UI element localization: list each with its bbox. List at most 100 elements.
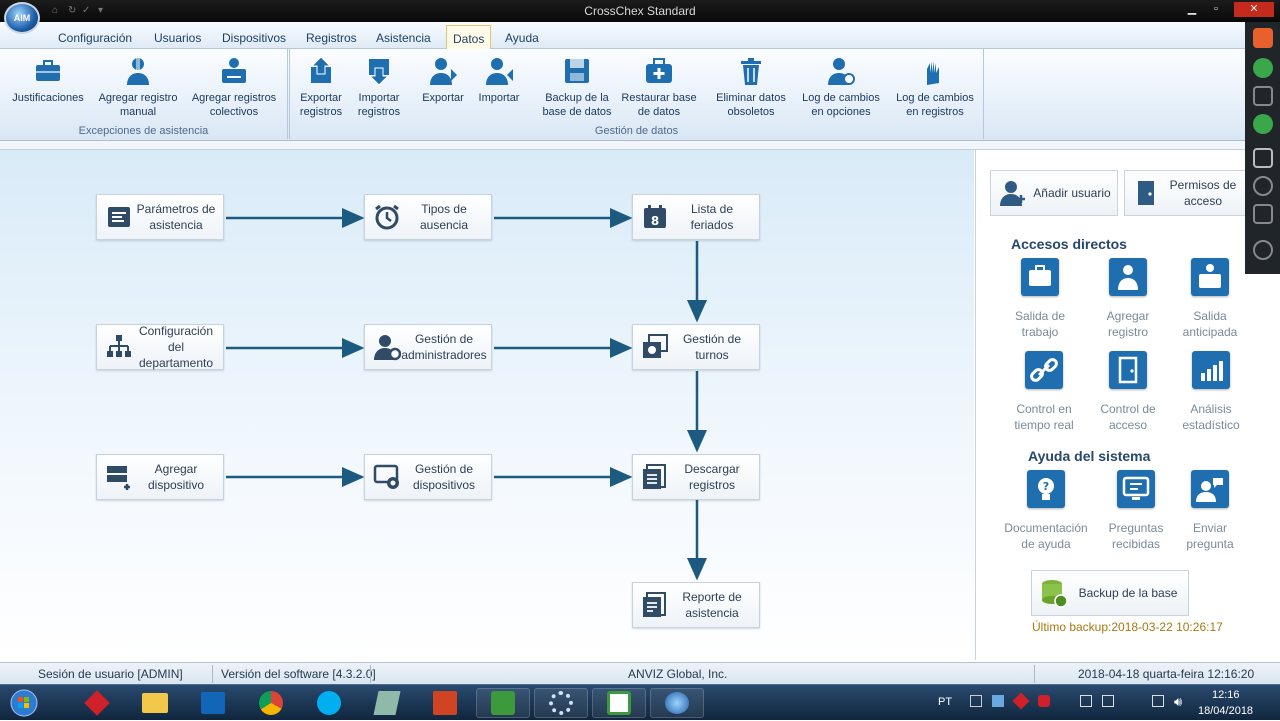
shortcut-agregar-registro[interactable]: Agregar registro (1086, 258, 1170, 340)
help-title: Ayuda del sistema (1028, 448, 1151, 464)
start-button[interactable] (2, 688, 46, 718)
status-bar: Sesión de usuario [ADMIN] Versión del so… (0, 662, 1280, 684)
svg-text:8: 8 (651, 214, 659, 228)
lista-feriados-node[interactable]: 8 Lista de feriados (632, 194, 760, 240)
importar-button[interactable]: Importar (472, 55, 526, 105)
volume-icon[interactable]: 🔊︎ (1174, 694, 1182, 710)
tipos-ausencia-node[interactable]: Tipos de ausencia (364, 194, 492, 240)
tab-usuarios[interactable]: Usuarios (148, 28, 207, 48)
briefcase-icon (36, 60, 60, 81)
restaurar-base-datos-button[interactable]: Restaurar base de datos (620, 55, 698, 119)
configuracion-departamento-node[interactable]: Configuración del departamento (96, 324, 224, 370)
permisos-acceso-button[interactable]: Permisos de acceso (1124, 170, 1246, 216)
agregar-dispositivo-node[interactable]: Agregar dispositivo (96, 454, 224, 500)
network-icon[interactable] (1080, 695, 1092, 707)
bar-chart-icon (1192, 351, 1230, 389)
shield-icon[interactable] (992, 695, 1004, 707)
tab-dispositivos[interactable]: Dispositivos (216, 28, 292, 48)
anydesk-tray-icon[interactable] (1012, 692, 1030, 710)
log-cambios-registros-button[interactable]: Log de cambios en registros (890, 55, 980, 119)
shortcut-salida-trabajo[interactable]: Salida de trabajo (998, 258, 1082, 340)
calendar-icon: 8 (644, 205, 666, 228)
maximize-button[interactable]: ▫ (1205, 2, 1227, 17)
taskbar-app-powerpoint[interactable] (418, 688, 472, 718)
language-indicator[interactable]: PT (938, 696, 952, 708)
taskbar-app-crosschex[interactable] (650, 688, 704, 718)
help-documentacion[interactable]: ? Documentación de ayuda (1004, 470, 1088, 552)
app-logo[interactable]: AIM (4, 2, 40, 34)
taskbar-app-camtasia[interactable] (476, 688, 530, 718)
tab-registros[interactable]: Registros (300, 28, 363, 48)
shortcut-control-tiempo-real[interactable]: Control en tiempo real (1002, 351, 1086, 433)
screen-icon[interactable] (1253, 114, 1273, 134)
battery-icon[interactable] (1152, 695, 1164, 707)
window-title: CrossChex Standard (584, 4, 696, 18)
taskbar-app-skype[interactable] (302, 688, 356, 718)
tray-icon[interactable] (970, 695, 982, 707)
close-button[interactable]: ✕ (1234, 2, 1274, 17)
windows-orb-icon (10, 689, 38, 717)
chrome-icon (259, 691, 283, 715)
skype-icon (317, 691, 341, 715)
svg-text:?: ? (1043, 480, 1049, 493)
add-user-icon (1000, 181, 1025, 206)
shortcut-salida-anticipada[interactable]: Salida anticipada (1168, 258, 1252, 340)
ribbon: Excepciones de asistencia Gestión de dat… (0, 49, 1245, 141)
send-question-icon (1191, 470, 1229, 508)
backup-base-button[interactable]: Backup de la base (1031, 570, 1189, 616)
admin-user-icon (374, 335, 401, 361)
help-preguntas-recibidas[interactable]: Preguntas recibidas (1094, 470, 1178, 552)
back-arrow-icon[interactable] (1253, 28, 1273, 48)
importar-registros-button[interactable]: Importar registros (351, 55, 407, 119)
log-cambios-opciones-button[interactable]: Log de cambios en opciones (796, 55, 886, 119)
justificaciones-button[interactable]: Justificaciones (8, 55, 88, 105)
mouse-icon[interactable] (1253, 176, 1273, 196)
download-records-icon (643, 464, 666, 489)
taskbar-app-settings[interactable] (534, 688, 588, 718)
shortcuts-panel: Añadir usuario Permisos de acceso Acceso… (975, 150, 1246, 660)
shortcut-analisis-estadistico[interactable]: Análisis estadístico (1169, 351, 1253, 433)
taskbar-app-explorer[interactable] (128, 688, 182, 718)
exportar-button[interactable]: Exportar (416, 55, 470, 105)
parametros-asistencia-node[interactable]: Parámetros de asistencia (96, 194, 224, 240)
tab-ayuda[interactable]: Ayuda (499, 28, 545, 48)
gestion-dispositivos-node[interactable]: Gestión de dispositivos (364, 454, 492, 500)
taskbar-app-notes[interactable] (360, 688, 414, 718)
clock-time[interactable]: 12:16 (1212, 689, 1240, 701)
pen-icon[interactable] (1253, 240, 1273, 260)
descargar-registros-node[interactable]: Descargar registros (632, 454, 760, 500)
device-settings-icon (373, 464, 399, 489)
reporte-asistencia-node[interactable]: Reporte de asistencia (632, 582, 760, 628)
powerpoint-icon (433, 691, 457, 715)
taskbar-app-recorder[interactable] (592, 688, 646, 718)
clock-date[interactable]: 18/04/2018 (1198, 705, 1253, 717)
taskbar-app-anydesk[interactable] (70, 688, 124, 718)
minimize-button[interactable]: ▁ (1181, 2, 1203, 17)
agregar-registros-colectivos-button[interactable]: Agregar registros colectivos (188, 55, 280, 119)
taskbar-app-outlook[interactable] (186, 688, 240, 718)
recorder-tray-icon[interactable] (1038, 695, 1050, 707)
camera-icon[interactable] (1253, 86, 1273, 106)
company-status: ANVIZ Global, Inc. (628, 667, 728, 681)
tab-datos[interactable]: Datos (446, 25, 492, 50)
exportar-registros-button[interactable]: Exportar registros (293, 55, 349, 119)
anadir-usuario-button[interactable]: Añadir usuario (990, 170, 1118, 216)
taskbar-app-chrome[interactable] (244, 688, 298, 718)
pause-icon[interactable] (1253, 148, 1273, 168)
window-icon[interactable] (1253, 204, 1273, 224)
backup-base-datos-button[interactable]: Backup de la base de datos (538, 55, 616, 119)
attendance-params-icon (108, 207, 130, 227)
ribbon-group-label: Excepciones de asistencia (78, 125, 209, 137)
help-enviar-pregunta[interactable]: Enviar pregunta (1168, 470, 1252, 552)
eliminar-datos-obsoletos-button[interactable]: Eliminar datos obsoletos (712, 55, 790, 119)
agregar-registro-manual-button[interactable]: Agregar registro manual (96, 55, 180, 119)
tab-asistencia[interactable]: Asistencia (370, 28, 437, 48)
gestion-turnos-node[interactable]: Gestión de turnos (632, 324, 760, 370)
flag-icon[interactable] (1102, 695, 1114, 707)
diamond-icon (84, 690, 110, 716)
microphone-icon[interactable] (1253, 58, 1273, 78)
gestion-administradores-node[interactable]: Gestión de administradores (364, 324, 492, 370)
tab-configuracion[interactable]: Configuración (52, 28, 138, 48)
shortcut-control-acceso[interactable]: Control de acceso (1086, 351, 1170, 433)
outlook-icon (201, 692, 225, 714)
